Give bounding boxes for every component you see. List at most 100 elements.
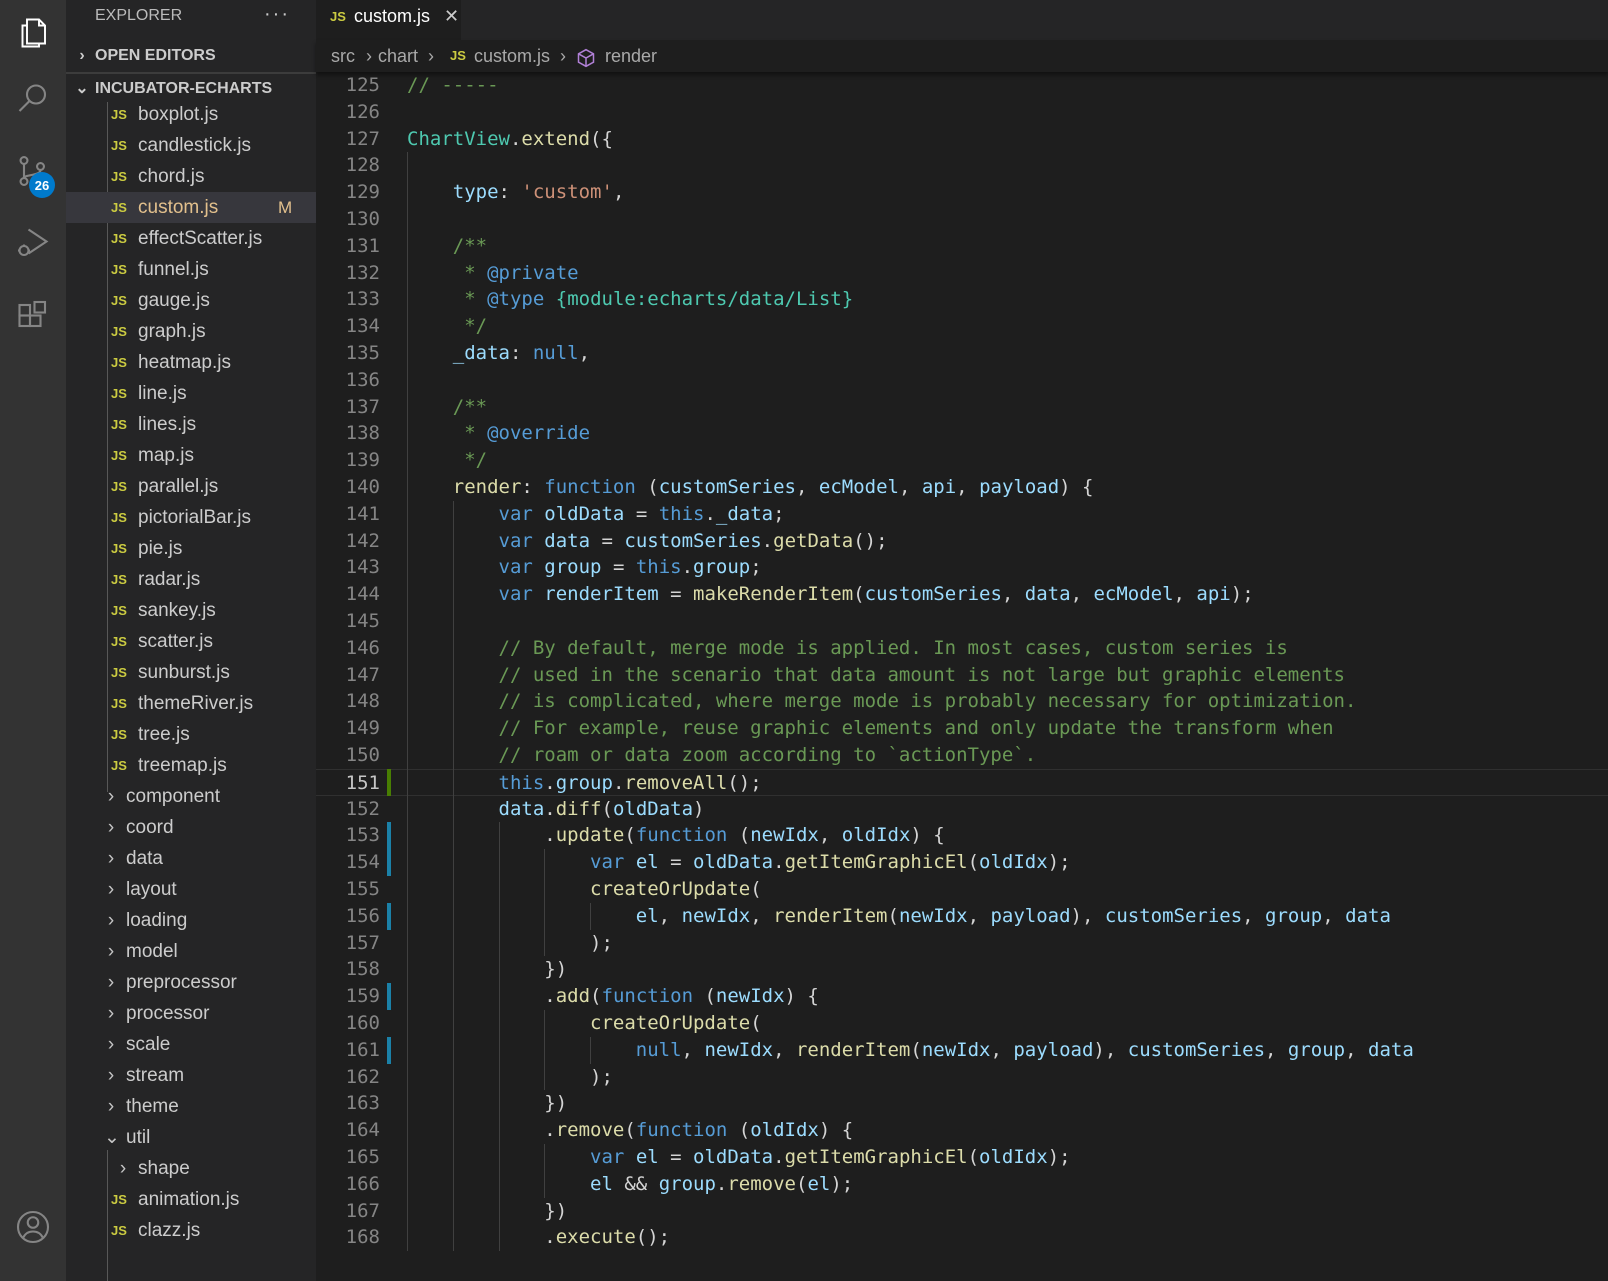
- file-item[interactable]: JS effectScatter.js: [66, 223, 316, 254]
- code-token: el: [590, 1172, 613, 1195]
- file-item[interactable]: JS graph.js: [66, 316, 316, 347]
- breadcrumb-file[interactable]: custom.js: [474, 40, 550, 72]
- folder-item[interactable]: ⌄ util: [66, 1122, 316, 1153]
- search-icon[interactable]: [0, 66, 66, 132]
- breadcrumb-symbol[interactable]: render: [605, 40, 657, 72]
- line-source: _data: null,: [407, 340, 590, 367]
- file-name: parallel.js: [138, 476, 219, 497]
- file-item[interactable]: JS map.js: [66, 440, 316, 471]
- breadcrumb-src[interactable]: src: [331, 40, 355, 72]
- line-source: * @type {module:echarts/data/List}: [407, 286, 853, 313]
- code-token: el: [635, 904, 659, 927]
- file-item[interactable]: JS gauge.js: [66, 285, 316, 316]
- file-item[interactable]: JS treemap.js: [66, 750, 316, 781]
- folder-item[interactable]: › coord: [66, 812, 316, 843]
- open-editors-section[interactable]: › OPEN EDITORS: [66, 41, 316, 71]
- code-editor[interactable]: 125// ----- 126 127 ChartView.extend({128 12…: [316, 72, 1608, 1281]
- code-line: 155 createOrUpdate(: [316, 876, 1608, 903]
- code-token: ,: [818, 824, 842, 847]
- run-debug-icon[interactable]: [0, 210, 66, 276]
- code-token: getItemGraphicEl: [784, 851, 968, 874]
- line-number: 164: [345, 1119, 380, 1142]
- file-item[interactable]: JS sankey.js: [66, 595, 316, 626]
- breadcrumb-chart[interactable]: chart: [378, 40, 418, 72]
- line-number: 134: [345, 315, 380, 338]
- code-token: 'custom': [521, 181, 613, 204]
- gutter-modified-marker[interactable]: [387, 983, 391, 1010]
- code-token: =: [590, 529, 625, 552]
- line-source: var renderItem = makeRenderItem(customSe…: [407, 581, 1254, 608]
- file-name: graph.js: [138, 321, 206, 342]
- sidebar-title: EXPLORER: [95, 7, 183, 24]
- file-item[interactable]: JS animation.js: [66, 1184, 316, 1215]
- code-token: }): [407, 1092, 568, 1115]
- file-item[interactable]: JS clazz.js: [66, 1215, 316, 1246]
- js-file-icon: JS: [111, 417, 127, 432]
- code-token: ,: [1173, 583, 1197, 606]
- folder-item[interactable]: › processor: [66, 998, 316, 1029]
- file-item[interactable]: JS pie.js: [66, 533, 316, 564]
- file-item[interactable]: JS scatter.js: [66, 626, 316, 657]
- code-token: );: [1047, 1146, 1071, 1168]
- folder-item[interactable]: › data: [66, 843, 316, 874]
- folder-item[interactable]: › theme: [66, 1091, 316, 1122]
- gutter-modified-marker[interactable]: [387, 902, 391, 930]
- folder-item[interactable]: › stream: [66, 1060, 316, 1091]
- code-token: =: [658, 583, 694, 606]
- extensions-icon[interactable]: [0, 284, 66, 350]
- code-token: remove: [555, 1119, 625, 1142]
- file-item[interactable]: JS themeRiver.js: [66, 688, 316, 719]
- code-token: ),: [1070, 904, 1105, 927]
- file-item[interactable]: JS line.js: [66, 378, 316, 409]
- code-line: 132 * @private: [316, 260, 1608, 287]
- file-name: line.js: [138, 383, 187, 404]
- js-file-icon: JS: [111, 665, 127, 680]
- file-item[interactable]: JS sunburst.js: [66, 657, 316, 688]
- file-item[interactable]: JS candlestick.js: [66, 130, 316, 161]
- code-line: 161 null, newIdx, renderItem(newIdx, pay…: [316, 1037, 1608, 1064]
- folder-item[interactable]: › component: [66, 781, 316, 812]
- code-token: :: [509, 342, 533, 364]
- more-actions-icon[interactable]: ···: [264, 0, 290, 28]
- code-token: renderItem: [544, 583, 659, 606]
- file-item[interactable]: JS tree.js: [66, 719, 316, 750]
- file-item[interactable]: JS parallel.js: [66, 471, 316, 502]
- folder-item[interactable]: › loading: [66, 905, 316, 936]
- account-icon[interactable]: [0, 1194, 66, 1260]
- tab-custom-js[interactable]: JS custom.js ✕: [316, 0, 461, 41]
- code-line: 149 // For example, reuse graphic elemen…: [316, 715, 1608, 742]
- chevron-down-icon: ⌄: [104, 1127, 120, 1148]
- folder-item[interactable]: › model: [66, 936, 316, 967]
- folder-item[interactable]: › layout: [66, 874, 316, 905]
- gutter-modified-marker[interactable]: [387, 822, 391, 850]
- file-item[interactable]: JS lines.js: [66, 409, 316, 440]
- js-file-icon: JS: [111, 231, 127, 246]
- file-item[interactable]: JS heatmap.js: [66, 347, 316, 378]
- file-item[interactable]: JS radar.js: [66, 564, 316, 595]
- explorer-icon[interactable]: [0, 0, 66, 66]
- gutter-modified-marker[interactable]: [387, 849, 391, 876]
- code-line: 146 // By default, merge mode is applied…: [316, 635, 1608, 662]
- gutter-modified-marker[interactable]: [387, 1036, 391, 1064]
- code-token: }): [407, 1199, 568, 1222]
- code-line: 156 el, newIdx, renderItem(newIdx, paylo…: [316, 903, 1608, 930]
- file-item[interactable]: JS funnel.js: [66, 254, 316, 285]
- code-token: );: [407, 1065, 613, 1088]
- close-icon[interactable]: ✕: [444, 1, 459, 32]
- folder-item[interactable]: › shape: [66, 1153, 316, 1184]
- folder-item[interactable]: › scale: [66, 1029, 316, 1060]
- folder-item[interactable]: › preprocessor: [66, 967, 316, 998]
- code-token: newIdx: [898, 904, 968, 927]
- file-item[interactable]: JS chord.js: [66, 161, 316, 192]
- code-token: ecModel: [818, 476, 899, 498]
- file-item[interactable]: JS pictorialBar.js: [66, 502, 316, 533]
- gutter-added-marker[interactable]: [387, 768, 391, 796]
- code-token: &&: [612, 1172, 659, 1195]
- line-source: */: [407, 313, 487, 340]
- code-line: 145: [316, 608, 1608, 635]
- open-editors-label: OPEN EDITORS: [95, 47, 216, 64]
- file-item[interactable]: JS boxplot.js: [66, 99, 316, 130]
- file-name: candlestick.js: [138, 135, 251, 156]
- file-item[interactable]: JS custom.js M: [66, 192, 316, 223]
